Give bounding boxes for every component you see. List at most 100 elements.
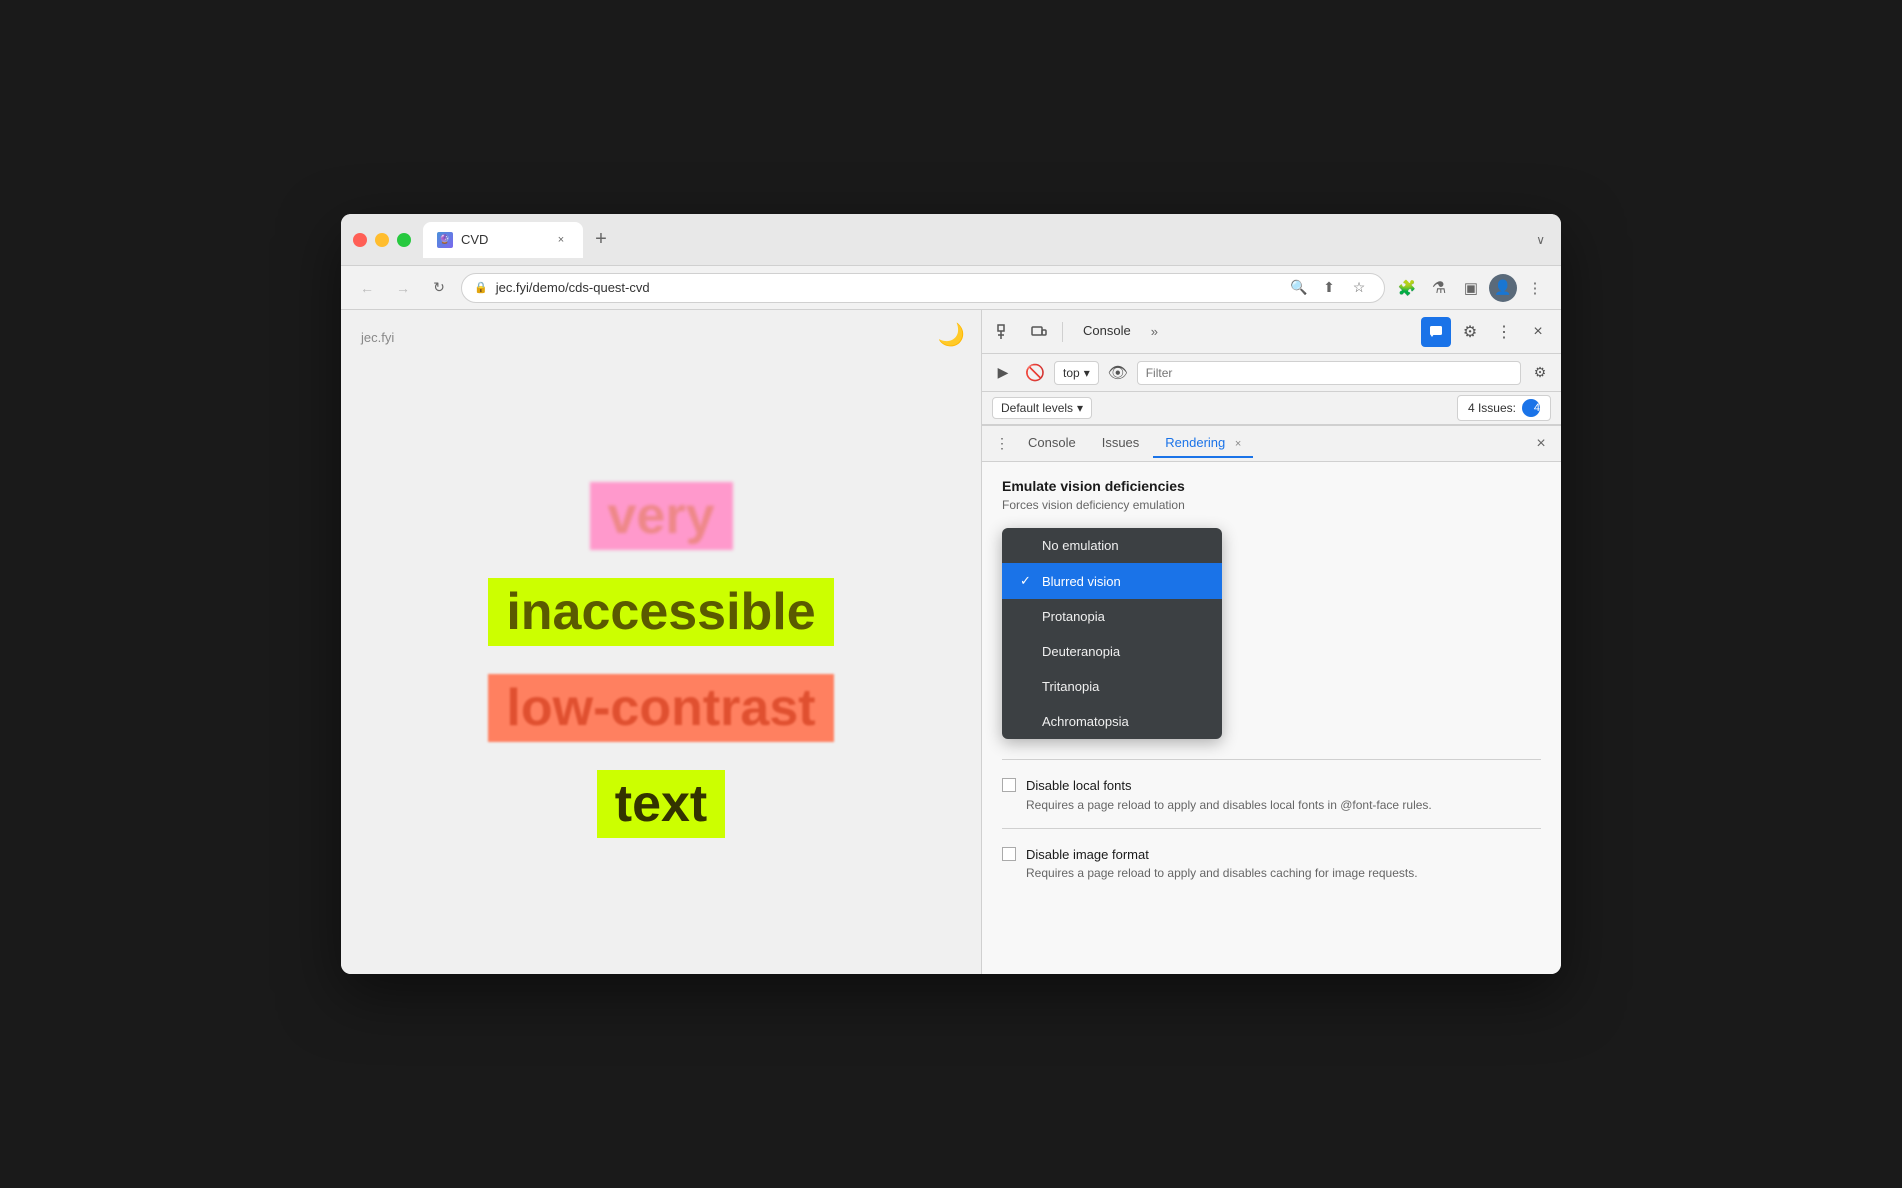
dropdown-label-blurred-vision: Blurred vision xyxy=(1042,574,1121,589)
address-bar: ← → ↻ 🔒 jec.fyi/demo/cds-quest-cvd 🔍 ⬆ ☆… xyxy=(341,266,1561,310)
devtools-close-button[interactable]: × xyxy=(1523,317,1553,347)
tab-console-label: Console xyxy=(1028,435,1076,450)
inspector-button[interactable] xyxy=(990,317,1020,347)
browser-window: 🔮 CVD × + ∨ ← → ↻ 🔒 jec.fyi/demo/cds-que… xyxy=(341,214,1561,974)
tab-title: CVD xyxy=(461,232,488,247)
dropdown-label-deuteranopia: Deuteranopia xyxy=(1042,644,1120,659)
issues-number-text: 4 xyxy=(1534,402,1540,414)
devtools-settings-button[interactable]: ⚙ xyxy=(1455,317,1485,347)
maximize-window-button[interactable] xyxy=(397,233,411,247)
tab-issues-label: Issues xyxy=(1102,435,1140,450)
reload-button[interactable]: ↻ xyxy=(425,274,453,302)
check-blurred-vision: ✓ xyxy=(1020,573,1034,589)
address-input[interactable]: 🔒 jec.fyi/demo/cds-quest-cvd 🔍 ⬆ ☆ xyxy=(461,273,1385,303)
toolbar-right: 🧩 ⚗ ▣ 👤 ⋮ xyxy=(1393,274,1549,302)
dropdown-item-deuteranopia[interactable]: Deuteranopia xyxy=(1002,634,1222,669)
separator-1 xyxy=(1002,759,1541,760)
disable-fonts-checkbox[interactable] xyxy=(1002,778,1016,792)
disable-image-format-checkbox[interactable] xyxy=(1002,847,1016,861)
disable-fonts-sublabel: Requires a page reload to apply and disa… xyxy=(1026,798,1432,812)
checkbox-row-images: Disable image format Requires a page rel… xyxy=(1002,845,1541,881)
disable-image-label: Disable image format xyxy=(1026,845,1418,865)
vision-emulation-dropdown-container: No emulation ✓ Blurred vision Protanopia xyxy=(1002,528,1541,739)
devtools-body: Emulate vision deficiencies Forces visio… xyxy=(982,462,1561,974)
dropdown-label-achromatopsia: Achromatopsia xyxy=(1042,714,1129,729)
separator-2 xyxy=(1002,828,1541,829)
context-arrow: ▾ xyxy=(1084,366,1090,380)
tab-console[interactable]: Console xyxy=(1016,429,1088,458)
console-settings-button[interactable]: ⚙ xyxy=(1527,360,1553,386)
webpage: jec.fyi 🌙 very inaccessible low-contrast… xyxy=(341,310,981,974)
checkbox-row-fonts: Disable local fonts Requires a page relo… xyxy=(1002,776,1541,812)
vision-emulation-dropdown[interactable]: No emulation ✓ Blurred vision Protanopia xyxy=(1002,528,1222,739)
filter-input[interactable] xyxy=(1137,361,1521,385)
profile-button[interactable]: 👤 xyxy=(1489,274,1517,302)
tab-close-button[interactable]: × xyxy=(553,232,569,248)
checkbox-section-2: Disable image format Requires a page rel… xyxy=(1002,845,1541,881)
rendering-close-button[interactable]: × xyxy=(1235,438,1241,450)
message-icon[interactable] xyxy=(1421,317,1451,347)
dropdown-item-blurred-vision[interactable]: ✓ Blurred vision xyxy=(1002,563,1222,599)
default-levels-arrow: ▾ xyxy=(1077,401,1083,415)
site-logo: jec.fyi xyxy=(361,330,961,345)
more-tabs-button[interactable]: » xyxy=(1147,324,1162,339)
dropdown-label-tritanopia: Tritanopia xyxy=(1042,679,1099,694)
title-bar: 🔮 CVD × + ∨ xyxy=(341,214,1561,266)
disable-image-sublabel: Requires a page reload to apply and disa… xyxy=(1026,866,1418,880)
main-content: jec.fyi 🌙 very inaccessible low-contrast… xyxy=(341,310,1561,974)
menu-button[interactable]: ⋮ xyxy=(1521,274,1549,302)
tab-favicon: 🔮 xyxy=(437,232,453,248)
layout-button[interactable]: ▣ xyxy=(1457,274,1485,302)
section-title: Emulate vision deficiencies xyxy=(1002,478,1541,494)
dropdown-item-no-emulation[interactable]: No emulation xyxy=(1002,528,1222,563)
console-play-button[interactable]: ▶ xyxy=(990,360,1016,386)
back-button[interactable]: ← xyxy=(353,274,381,302)
default-levels-button[interactable]: Default levels ▾ xyxy=(992,397,1092,419)
tab-bar: 🔮 CVD × + ∨ xyxy=(423,222,1549,258)
tab-dropdown-button[interactable]: ∨ xyxy=(1532,229,1549,251)
tab-issues[interactable]: Issues xyxy=(1090,429,1152,458)
word-text: text xyxy=(597,770,725,838)
issues-count-badge[interactable]: 4 Issues: 4 xyxy=(1457,395,1551,421)
traffic-lights xyxy=(353,233,411,247)
console-clear-button[interactable]: 🚫 xyxy=(1022,360,1048,386)
disable-fonts-label: Disable local fonts xyxy=(1026,776,1432,796)
word-low-contrast: low-contrast xyxy=(488,674,833,742)
browser-tab[interactable]: 🔮 CVD × xyxy=(423,222,583,258)
dropdown-item-achromatopsia[interactable]: Achromatopsia xyxy=(1002,704,1222,739)
share-button[interactable]: ⬆ xyxy=(1316,275,1342,301)
console-tab-header[interactable]: Console xyxy=(1071,317,1143,346)
dropdown-item-tritanopia[interactable]: Tritanopia xyxy=(1002,669,1222,704)
dropdown-label-no-emulation: No emulation xyxy=(1042,538,1119,553)
close-window-button[interactable] xyxy=(353,233,367,247)
new-tab-button[interactable]: + xyxy=(587,226,615,254)
devtools-more-button[interactable]: ⋮ xyxy=(1489,317,1519,347)
theme-toggle-button[interactable]: 🌙 xyxy=(938,322,965,348)
close-all-tabs-button[interactable]: × xyxy=(1529,432,1553,456)
tabs-more-button[interactable]: ⋮ xyxy=(990,432,1014,456)
context-label: top xyxy=(1063,366,1080,380)
tab-rendering-label: Rendering xyxy=(1165,435,1225,450)
section-subtitle: Forces vision deficiency emulation xyxy=(1002,498,1541,512)
responsive-button[interactable] xyxy=(1024,317,1054,347)
extensions-button[interactable]: 🧩 xyxy=(1393,274,1421,302)
forward-button[interactable]: → xyxy=(389,274,417,302)
context-selector[interactable]: top ▾ xyxy=(1054,361,1099,385)
tab-rendering[interactable]: Rendering × xyxy=(1153,429,1253,458)
url-text: jec.fyi/demo/cds-quest-cvd xyxy=(496,280,1278,295)
bookmark-button[interactable]: ☆ xyxy=(1346,275,1372,301)
flask-button[interactable]: ⚗ xyxy=(1425,274,1453,302)
disable-fonts-label-group: Disable local fonts Requires a page relo… xyxy=(1026,776,1432,812)
eye-button[interactable]: 👁 xyxy=(1105,360,1131,386)
search-button[interactable]: 🔍 xyxy=(1286,275,1312,301)
page-content: very inaccessible low-contrast text xyxy=(361,365,961,954)
word-inaccessible: inaccessible xyxy=(488,578,833,646)
tabs-bar: ⋮ Console Issues Rendering × × xyxy=(982,426,1561,462)
devtools-panel: Console » ⚙ ⋮ × ▶ 🚫 top ▾ xyxy=(981,310,1561,974)
address-actions: 🔍 ⬆ ☆ xyxy=(1286,275,1372,301)
dropdown-item-protanopia[interactable]: Protanopia xyxy=(1002,599,1222,634)
word-very: very xyxy=(590,482,733,550)
default-levels-label: Default levels xyxy=(1001,401,1073,415)
minimize-window-button[interactable] xyxy=(375,233,389,247)
disable-image-label-group: Disable image format Requires a page rel… xyxy=(1026,845,1418,881)
